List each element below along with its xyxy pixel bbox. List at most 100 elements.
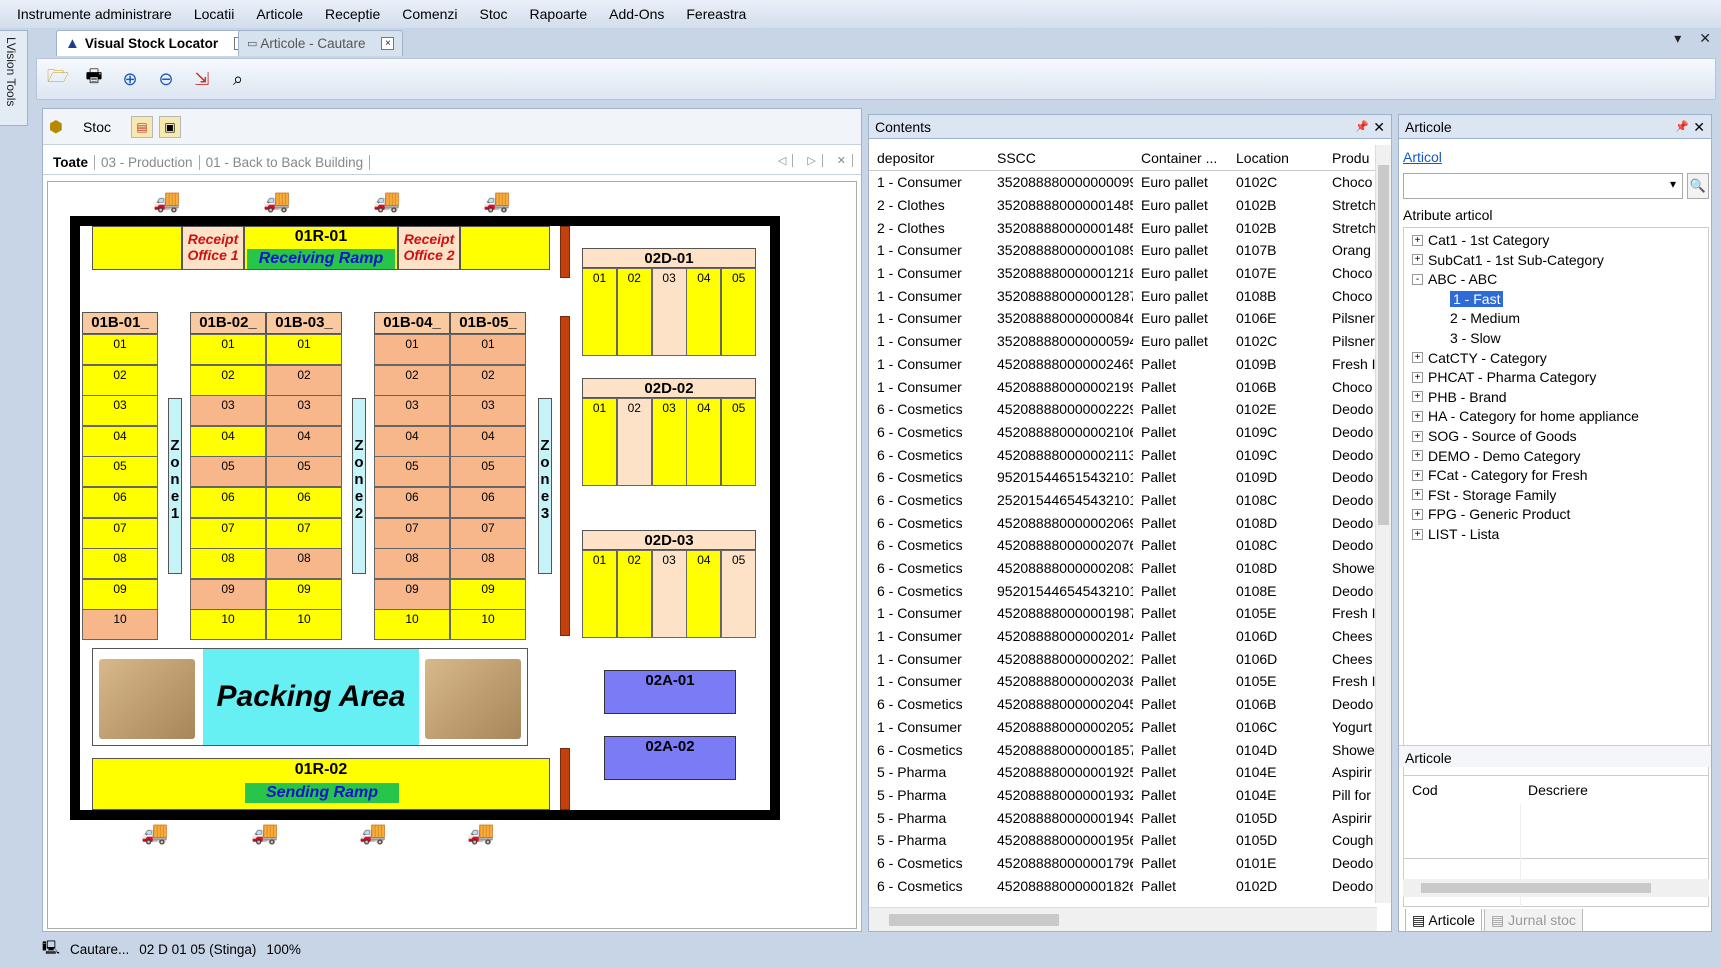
tree-expander-icon[interactable]: + — [1412, 528, 1423, 540]
table-row[interactable]: 1 - Consumer 452088880000002021 Pallet 0106… — [869, 647, 1377, 670]
rack-header[interactable]: 02D-01 — [582, 248, 756, 268]
rack-cell[interactable]: 06 — [450, 487, 526, 518]
rack-cell[interactable]: 04 — [374, 425, 450, 457]
close-icon[interactable]: ✕ — [831, 154, 853, 167]
column-header-descriere[interactable]: Descriere — [1528, 776, 1588, 804]
rack-cell[interactable]: 02 — [616, 550, 652, 638]
rack-cell[interactable]: 05 — [721, 550, 757, 638]
rack-cell[interactable]: 02 — [450, 364, 526, 396]
rack-cell[interactable]: 04 — [450, 425, 526, 457]
rack-cell[interactable]: 03 — [450, 395, 526, 427]
rack-cell[interactable]: 02 — [82, 364, 158, 396]
subtab-toate[interactable]: Toate — [47, 155, 96, 170]
arrow-right-icon[interactable]: ▷ — [801, 154, 823, 167]
articol-search-button[interactable]: 🔍 — [1687, 173, 1709, 199]
rack-cell[interactable]: 03 — [190, 395, 266, 427]
rack-cell[interactable]: 01 — [190, 334, 266, 365]
pin-icon[interactable]: 📌 — [1675, 115, 1689, 139]
table-row[interactable]: 6 - Cosmetics 252015446545432101 Pallet 010… — [869, 489, 1377, 512]
table-row[interactable]: 6 - Cosmetics 452088880000002113 Pallet 010… — [869, 443, 1377, 466]
tree-expander-icon[interactable]: + — [1412, 234, 1423, 246]
table-row[interactable]: 5 - Pharma 452088880000001949 Pallet 0105D A… — [869, 806, 1377, 829]
rack-cell[interactable]: 02 — [190, 364, 266, 396]
rack-cell[interactable]: 05 — [190, 456, 266, 488]
zone-label[interactable]: Zone 2 — [352, 398, 366, 574]
tree-expander-icon[interactable]: + — [1412, 430, 1423, 442]
rack-cell[interactable]: 01 — [82, 334, 158, 365]
table-row[interactable]: 1 - Consumer 452088880000002465 Pallet 0109… — [869, 353, 1377, 376]
rack-cell[interactable]: 02 — [266, 364, 342, 396]
table-row[interactable]: 1 - Consumer 352088880000000846 Euro palle… — [869, 307, 1377, 330]
menu-instrumente-administrare[interactable]: Instrumente administrare — [6, 0, 183, 28]
rack-cell[interactable]: 07 — [190, 517, 266, 549]
rack-cell[interactable]: 03 — [651, 550, 687, 638]
horizontal-scrollbar[interactable] — [869, 907, 1377, 931]
search-icon[interactable]: ⌕ — [225, 66, 251, 92]
table-row[interactable]: 6 - Cosmetics 452088880000001796 Pallet 010… — [869, 852, 1377, 875]
zoom-in-icon[interactable]: ⊕ — [117, 66, 143, 92]
rack-cell[interactable]: 10 — [266, 609, 342, 641]
menu-fereastra[interactable]: Fereastra — [675, 0, 757, 28]
menu-receptie[interactable]: Receptie — [314, 0, 391, 28]
tab-jurnal-stoc[interactable]: ▤ Jurnal stoc — [1484, 909, 1583, 931]
vertical-scrollbar[interactable] — [1375, 145, 1391, 903]
rack-header[interactable]: 01B-05_ — [450, 312, 526, 334]
close-icon[interactable]: × — [381, 37, 395, 50]
table-row[interactable]: 6 - Cosmetics 452088880000001857 Pallet 010… — [869, 738, 1377, 761]
table-row[interactable]: 1 - Consumer 452088880000002052 Pallet 0106… — [869, 716, 1377, 739]
rack-cell[interactable]: 06 — [82, 487, 158, 518]
tree-expander-icon[interactable]: + — [1412, 254, 1423, 266]
table-row[interactable]: 6 - Cosmetics 452088880000002083 Pallet 010… — [869, 557, 1377, 580]
rack-header[interactable]: 01B-02_ — [190, 312, 266, 334]
rack-cell[interactable]: 01 — [582, 268, 617, 356]
tab-articole[interactable]: ▤ Articole — [1405, 909, 1483, 931]
table-row[interactable]: 1 - Consumer 352088880000001287 Euro palle… — [869, 284, 1377, 307]
menu-add-ons[interactable]: Add-Ons — [598, 0, 675, 28]
rack-cell[interactable]: 07 — [374, 517, 450, 549]
warehouse-map[interactable]: 🚚 🚚 🚚 🚚 🚚 🚚 🚚 🚚 Receipt Office 1 01R-01 Receiving … — [47, 181, 857, 929]
rack-cell[interactable]: 04 — [686, 268, 722, 356]
column-header[interactable]: Location — [1228, 150, 1324, 166]
tree-expander-icon[interactable]: + — [1412, 450, 1423, 462]
tree-node[interactable]: + DEMO - Demo Category — [1412, 448, 1580, 464]
tree-expander-icon[interactable]: + — [1412, 352, 1423, 364]
rack-cell[interactable]: 10 — [450, 609, 526, 641]
close-icon[interactable]: ✕ — [1699, 30, 1711, 47]
table-row[interactable]: 6 - Cosmetics 952015446515432101 Pallet 010… — [869, 466, 1377, 489]
packing-area[interactable]: Packing Area — [92, 648, 528, 746]
rack-cell[interactable]: 04 — [82, 425, 158, 457]
rack-cell[interactable]: 04 — [686, 550, 722, 638]
tree-expander-icon[interactable]: + — [1412, 371, 1423, 383]
menu-comenzi[interactable]: Comenzi — [391, 0, 468, 28]
rack-cell[interactable]: 09 — [266, 578, 342, 610]
area-02A-01[interactable]: 02A-01 — [604, 670, 736, 714]
rack-cell[interactable]: 09 — [82, 578, 158, 610]
horizontal-scrollbar[interactable] — [1403, 879, 1709, 897]
tree-node[interactable]: + FCat - Category for Fresh — [1412, 467, 1588, 483]
rack-cell[interactable]: 09 — [450, 578, 526, 610]
area-02A-02[interactable]: 02A-02 — [604, 736, 736, 780]
table-row[interactable]: 6 - Cosmetics 952015446545432101 Pallet 010… — [869, 579, 1377, 602]
rack-cell[interactable]: 05 — [721, 268, 757, 356]
rack-header[interactable]: 02D-02 — [582, 378, 756, 398]
column-header-cod[interactable]: Cod — [1412, 776, 1438, 804]
table-row[interactable]: 6 - Cosmetics 452088880000002076 Pallet 010… — [869, 534, 1377, 557]
image-icon[interactable]: ▣ — [158, 115, 181, 138]
rack-cell[interactable]: 08 — [266, 548, 342, 580]
table-row[interactable]: 6 - Cosmetics 452088880000001826 Pallet 010… — [869, 874, 1377, 897]
rack-cell[interactable]: 08 — [82, 548, 158, 580]
rack-cell[interactable]: 02 — [616, 398, 652, 486]
column-header[interactable]: depositor — [869, 150, 989, 166]
rack-cell[interactable]: 01 — [374, 334, 450, 365]
receiving-ramp-area[interactable] — [92, 226, 182, 270]
close-icon[interactable]: ✕ — [1373, 115, 1385, 139]
table-row[interactable]: 1 - Consumer 452088880000002014 Pallet 0106… — [869, 625, 1377, 648]
tree-node[interactable]: + CatCTY - Category — [1412, 350, 1547, 366]
column-header[interactable]: Container ... — [1133, 150, 1228, 166]
sending-ramp-area[interactable]: 01R-02 Sending Ramp — [92, 758, 550, 810]
rack-cell[interactable]: 01 — [450, 334, 526, 365]
tree-node[interactable]: 1 - Fast — [1450, 290, 1504, 307]
tree-node[interactable]: + HA - Category for home appliance — [1412, 408, 1639, 424]
rack-cell[interactable]: 03 — [82, 395, 158, 427]
tree-node[interactable]: + FPG - Generic Product — [1412, 506, 1570, 522]
